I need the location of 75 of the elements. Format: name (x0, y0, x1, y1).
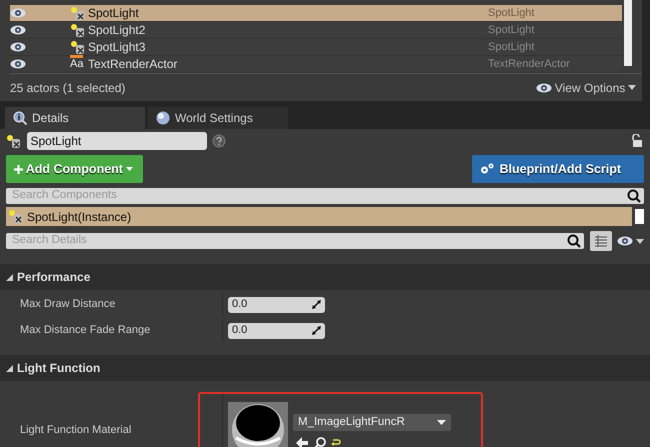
spotlight-icon (70, 40, 85, 54)
caret-icon (636, 238, 644, 244)
property-matrix-button[interactable] (590, 231, 612, 251)
component-row[interactable]: SpotLight(Instance) (6, 207, 632, 226)
property-label: Max Draw Distance (20, 297, 116, 312)
visibility-eye-icon (10, 59, 26, 69)
scrollbar (635, 209, 644, 224)
spotlight-icon (8, 209, 23, 224)
asset-tool-button[interactable] (314, 437, 326, 447)
number-field[interactable]: 0.0 (228, 296, 325, 312)
info-magnifier-icon (13, 111, 27, 125)
eye-icon (617, 236, 634, 246)
category-header[interactable]: Light Function (0, 355, 650, 381)
field-value: 0.0 (232, 323, 248, 338)
category-title: Light Function (17, 360, 100, 377)
category-header[interactable]: Performance (0, 264, 650, 290)
reset-arrow-icon (331, 437, 343, 447)
blueprint-add-script-button[interactable]: Blueprint/Add Script (472, 155, 644, 183)
actor-count: 25 actors (1 selected) (10, 80, 126, 96)
spotlight-icon (70, 22, 85, 38)
asset-name: M_ImageLightFuncR (298, 414, 405, 430)
help-icon (212, 134, 226, 148)
gears-icon (480, 163, 494, 175)
outliner-row[interactable]: Aa TextRenderActor TextRenderActor (10, 56, 622, 73)
spotlight-icon (6, 134, 21, 148)
outliner-row[interactable]: SpotLight2 SpotLight (10, 22, 622, 39)
actor-name: SpotLight (88, 5, 140, 22)
spotlight-icon (70, 6, 85, 20)
property-label: Light Function Material (20, 422, 132, 438)
asset-tool-button[interactable] (296, 437, 308, 447)
unlock-icon (630, 134, 644, 148)
globe-icon (156, 111, 170, 125)
view-options-button[interactable]: View Options (536, 78, 636, 96)
visibility-filter-button[interactable] (617, 236, 644, 246)
asset-dropdown[interactable]: M_ImageLightFuncR (293, 414, 451, 431)
actor-name-field[interactable]: SpotLight (26, 132, 206, 150)
resize-icon (312, 300, 321, 309)
category-title: Performance (17, 269, 90, 286)
browse-search-icon (314, 437, 326, 447)
eye-icon (536, 82, 552, 92)
outliner-row[interactable]: SpotLight SpotLight (10, 5, 622, 22)
property-label: Max Distance Fade Range (20, 323, 150, 338)
caret-icon (126, 167, 133, 171)
scrollbar (624, 0, 632, 66)
use-selected-arrow-icon (296, 437, 308, 447)
visibility-eye-icon (10, 25, 26, 35)
search-button[interactable] (564, 233, 584, 249)
number-field[interactable]: 0.0 (228, 322, 325, 338)
actor-name: SpotLight3 (88, 39, 146, 56)
visibility-eye-icon (10, 8, 26, 18)
actor-type: TextRenderActor (488, 56, 570, 72)
outliner-row[interactable]: SpotLight3 SpotLight (10, 39, 622, 56)
search-field[interactable]: Search Details (6, 233, 564, 249)
caret-icon (628, 85, 636, 90)
plus-icon (14, 164, 23, 174)
search-icon (567, 234, 582, 248)
search-button[interactable] (624, 188, 644, 204)
panel-tab[interactable]: Details (5, 107, 145, 129)
asset-tool-button[interactable] (331, 437, 343, 447)
actor-type: SpotLight (488, 40, 534, 55)
expand-arrow-icon (6, 364, 13, 372)
visibility-eye-icon (10, 42, 26, 52)
search-icon (627, 189, 641, 203)
actor-name: SpotLight2 (88, 22, 146, 39)
search-field[interactable]: Search Components (6, 188, 624, 204)
panel-tab[interactable]: World Settings (148, 107, 288, 129)
actor-type: SpotLight (488, 6, 534, 21)
expand-arrow-icon (6, 274, 13, 280)
component-label: SpotLight(Instance) (27, 208, 132, 226)
caret-icon (437, 420, 446, 425)
resize-icon (312, 326, 321, 335)
field-value: 0.0 (232, 297, 248, 312)
grid-icon (594, 235, 607, 247)
actor-name: TextRenderActor (88, 56, 178, 73)
actor-type: SpotLight (488, 22, 534, 38)
